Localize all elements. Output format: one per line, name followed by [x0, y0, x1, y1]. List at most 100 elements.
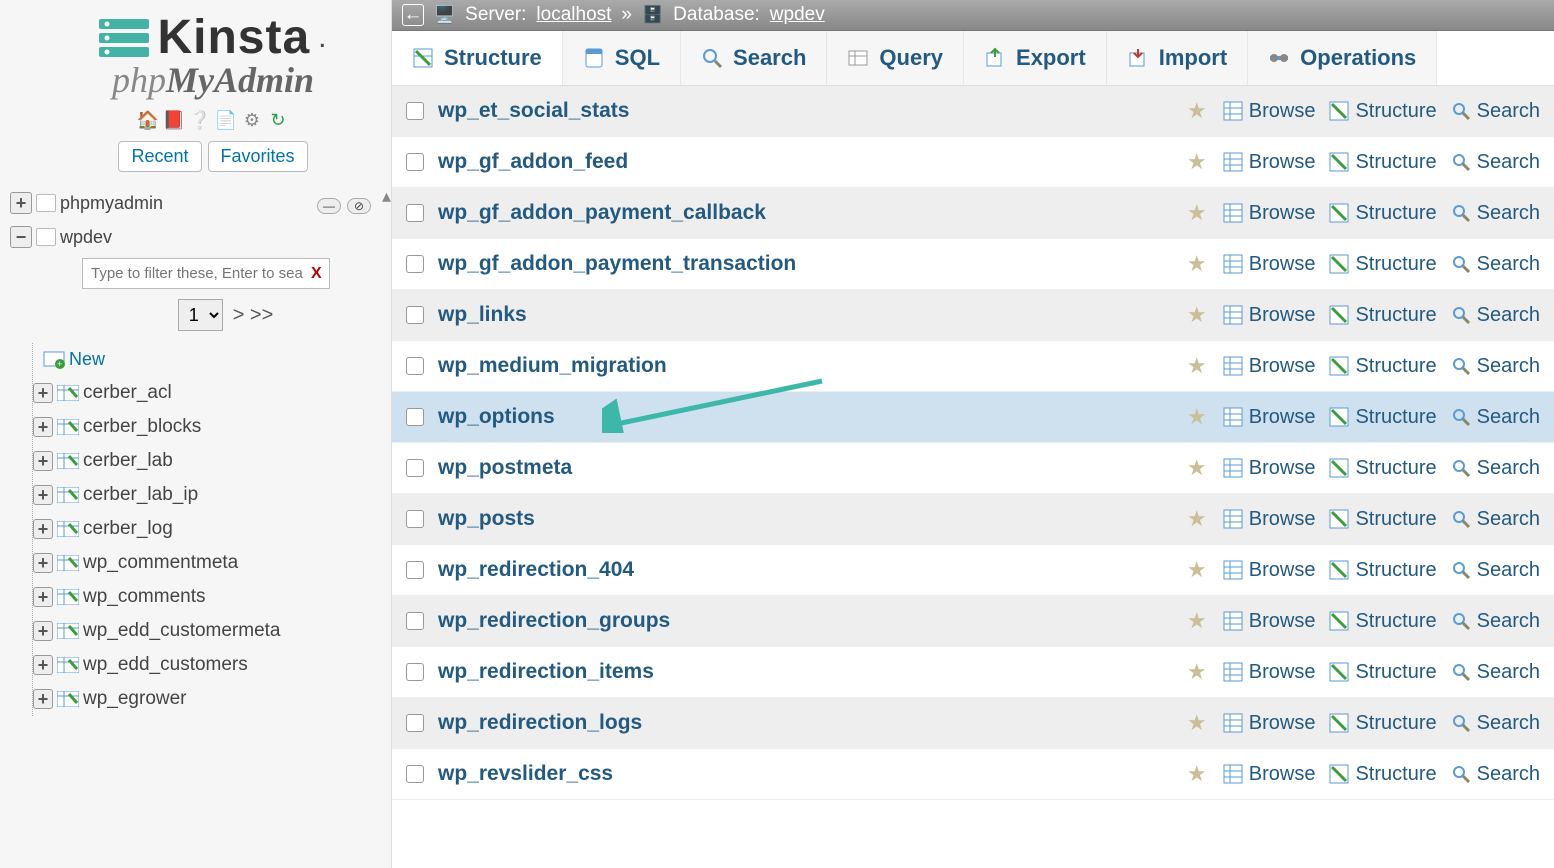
search-action[interactable]: Search — [1451, 253, 1540, 276]
browse-action[interactable]: Browse — [1223, 610, 1316, 633]
favorite-star-icon[interactable]: ★ — [1185, 251, 1209, 277]
row-checkbox[interactable] — [406, 714, 424, 732]
expand-toggle[interactable]: − — [10, 226, 32, 248]
favorite-star-icon[interactable]: ★ — [1185, 761, 1209, 787]
row-checkbox[interactable] — [406, 765, 424, 783]
favorite-star-icon[interactable]: ★ — [1185, 506, 1209, 532]
row-checkbox[interactable] — [406, 306, 424, 324]
home-icon[interactable]: 🏠 — [137, 109, 159, 131]
table-name-link[interactable]: wp_medium_migration — [438, 354, 1171, 378]
search-action[interactable]: Search — [1451, 763, 1540, 786]
structure-action[interactable]: Structure — [1329, 355, 1436, 378]
tree-filter-input[interactable] — [82, 258, 330, 289]
expand-toggle[interactable]: + — [33, 417, 53, 437]
tab-operations[interactable]: Operations — [1248, 31, 1437, 85]
search-action[interactable]: Search — [1451, 355, 1540, 378]
browse-action[interactable]: Browse — [1223, 406, 1316, 429]
tab-query[interactable]: Query — [827, 31, 964, 85]
search-action[interactable]: Search — [1451, 559, 1540, 582]
gear-icon[interactable]: ⚙ — [241, 109, 263, 131]
table-name-link[interactable]: wp_et_social_stats — [438, 99, 1171, 123]
tab-import[interactable]: Import — [1107, 31, 1248, 85]
row-checkbox[interactable] — [406, 510, 424, 528]
favorites-button[interactable]: Favorites — [208, 141, 308, 172]
row-checkbox[interactable] — [406, 357, 424, 375]
favorite-star-icon[interactable]: ★ — [1185, 557, 1209, 583]
structure-action[interactable]: Structure — [1329, 610, 1436, 633]
search-action[interactable]: Search — [1451, 508, 1540, 531]
row-checkbox[interactable] — [406, 255, 424, 273]
row-checkbox[interactable] — [406, 459, 424, 477]
expand-toggle[interactable]: + — [33, 485, 53, 505]
favorite-star-icon[interactable]: ★ — [1185, 455, 1209, 481]
recent-button[interactable]: Recent — [118, 141, 201, 172]
table-name-link[interactable]: wp_options — [438, 405, 1171, 429]
db-node-phpmyadmin[interactable]: phpmyadmin — [60, 193, 163, 214]
back-icon[interactable]: ← — [402, 4, 424, 26]
structure-action[interactable]: Structure — [1329, 100, 1436, 123]
browse-action[interactable]: Browse — [1223, 661, 1316, 684]
page-select[interactable]: 1 — [178, 299, 223, 331]
table-name-link[interactable]: wp_redirection_logs — [438, 711, 1171, 735]
row-checkbox[interactable] — [406, 408, 424, 426]
expand-toggle[interactable]: + — [33, 383, 53, 403]
row-checkbox[interactable] — [406, 612, 424, 630]
table-name-link[interactable]: wp_redirection_items — [438, 660, 1171, 684]
table-name-link[interactable]: wp_redirection_404 — [438, 558, 1171, 582]
search-action[interactable]: Search — [1451, 151, 1540, 174]
expand-toggle[interactable]: + — [33, 655, 53, 675]
expand-toggle[interactable]: + — [10, 192, 32, 214]
tree-table-item[interactable]: wp_commentmeta — [83, 552, 238, 574]
table-name-link[interactable]: wp_redirection_groups — [438, 609, 1171, 633]
expand-toggle[interactable]: + — [33, 621, 53, 641]
structure-action[interactable]: Structure — [1329, 763, 1436, 786]
table-name-link[interactable]: wp_links — [438, 303, 1171, 327]
browse-action[interactable]: Browse — [1223, 763, 1316, 786]
browse-action[interactable]: Browse — [1223, 457, 1316, 480]
search-action[interactable]: Search — [1451, 661, 1540, 684]
tree-table-item[interactable]: cerber_lab_ip — [83, 484, 198, 506]
search-action[interactable]: Search — [1451, 202, 1540, 225]
tab-structure[interactable]: Structure — [392, 31, 563, 85]
table-name-link[interactable]: wp_gf_addon_feed — [438, 150, 1171, 174]
structure-action[interactable]: Structure — [1329, 661, 1436, 684]
browse-action[interactable]: Browse — [1223, 151, 1316, 174]
structure-action[interactable]: Structure — [1329, 457, 1436, 480]
browse-action[interactable]: Browse — [1223, 712, 1316, 735]
tree-table-item[interactable]: wp_comments — [83, 586, 206, 608]
table-name-link[interactable]: wp_revslider_css — [438, 762, 1171, 786]
db-node-wpdev[interactable]: wpdev — [60, 227, 112, 248]
structure-action[interactable]: Structure — [1329, 202, 1436, 225]
row-checkbox[interactable] — [406, 561, 424, 579]
search-action[interactable]: Search — [1451, 304, 1540, 327]
tree-table-item[interactable]: cerber_blocks — [83, 416, 201, 438]
favorite-star-icon[interactable]: ★ — [1185, 149, 1209, 175]
expand-toggle[interactable]: + — [33, 519, 53, 539]
favorite-star-icon[interactable]: ★ — [1185, 353, 1209, 379]
help-icon[interactable]: ❔ — [189, 109, 211, 131]
search-action[interactable]: Search — [1451, 100, 1540, 123]
docs-icon[interactable]: 📄 — [215, 109, 237, 131]
table-name-link[interactable]: wp_gf_addon_payment_callback — [438, 201, 1171, 225]
favorite-star-icon[interactable]: ★ — [1185, 302, 1209, 328]
refresh-icon[interactable]: ↻ — [267, 109, 289, 131]
page-next-button[interactable]: > >> — [233, 304, 274, 327]
table-name-link[interactable]: wp_gf_addon_payment_transaction — [438, 252, 1171, 276]
expand-toggle[interactable]: + — [33, 451, 53, 471]
tab-search[interactable]: Search — [681, 31, 827, 85]
tree-table-item[interactable]: cerber_acl — [83, 382, 172, 404]
clear-filter-icon[interactable]: X — [311, 265, 322, 282]
structure-action[interactable]: Structure — [1329, 712, 1436, 735]
tree-table-item[interactable]: wp_edd_customers — [83, 654, 248, 676]
row-checkbox[interactable] — [406, 153, 424, 171]
browse-action[interactable]: Browse — [1223, 304, 1316, 327]
search-action[interactable]: Search — [1451, 457, 1540, 480]
new-table-icon[interactable]: + — [43, 349, 65, 370]
row-checkbox[interactable] — [406, 102, 424, 120]
favorite-star-icon[interactable]: ★ — [1185, 710, 1209, 736]
favorite-star-icon[interactable]: ★ — [1185, 404, 1209, 430]
browse-action[interactable]: Browse — [1223, 202, 1316, 225]
breadcrumb-server[interactable]: localhost — [536, 4, 611, 26]
row-checkbox[interactable] — [406, 204, 424, 222]
breadcrumb-database[interactable]: wpdev — [770, 4, 825, 26]
